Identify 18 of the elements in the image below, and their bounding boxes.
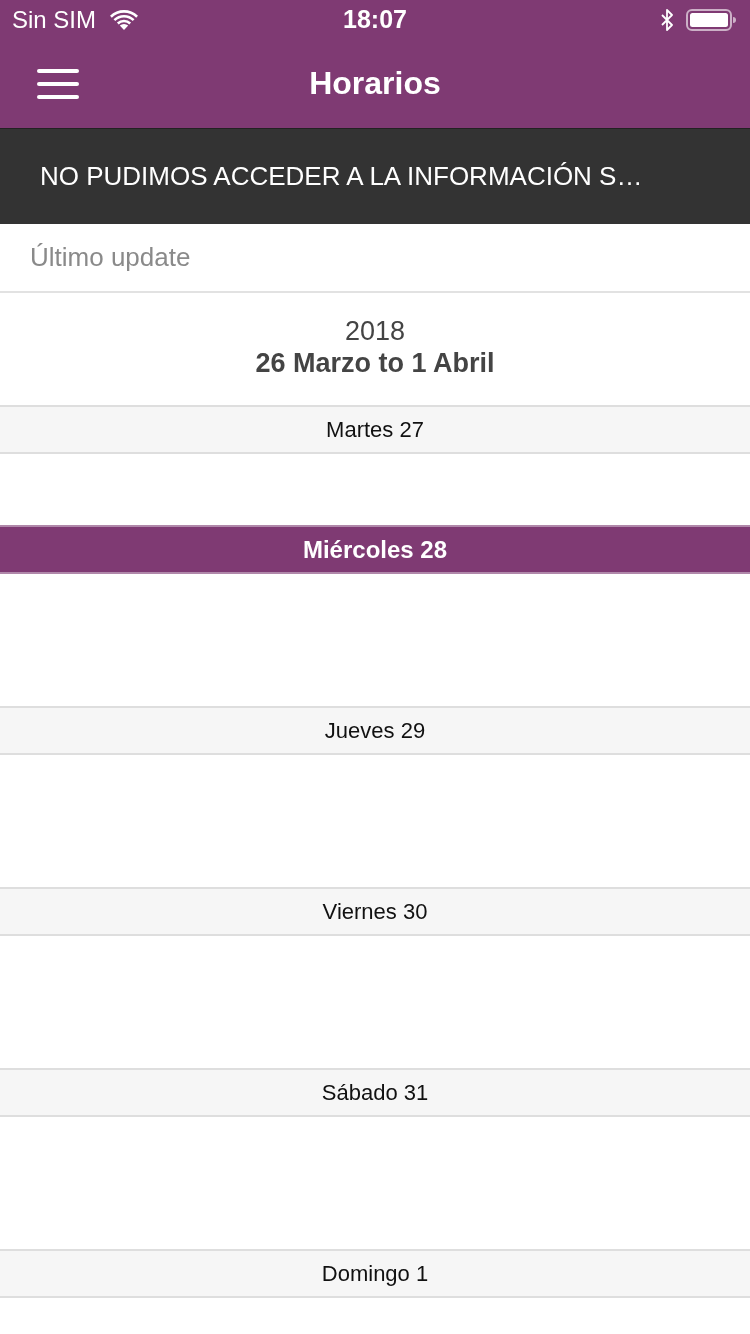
error-message: NO PUDIMOS ACCEDER A LA INFORMACIÓN S… <box>40 161 643 192</box>
carrier-label: Sin SIM <box>12 6 97 34</box>
battery-icon <box>686 9 736 31</box>
day-header[interactable]: Domingo 1 <box>0 1249 750 1298</box>
bluetooth-icon <box>660 9 674 31</box>
day-header[interactable]: Miércoles 28 <box>0 525 750 574</box>
wifi-icon <box>110 10 139 30</box>
menu-icon <box>37 69 79 99</box>
week-range: 26 Marzo to 1 Abril <box>255 347 495 379</box>
week-year: 2018 <box>344 315 406 347</box>
last-update-label: Último update <box>30 242 191 273</box>
day-header[interactable]: Martes 27 <box>0 405 750 454</box>
menu-button[interactable] <box>37 69 79 99</box>
clock-time: 18:07 <box>343 5 407 34</box>
day-header[interactable]: Viernes 30 <box>0 887 750 936</box>
day-header[interactable]: Sábado 31 <box>0 1068 750 1117</box>
page-title: Horarios <box>309 65 441 102</box>
day-header[interactable]: Jueves 29 <box>0 706 750 755</box>
